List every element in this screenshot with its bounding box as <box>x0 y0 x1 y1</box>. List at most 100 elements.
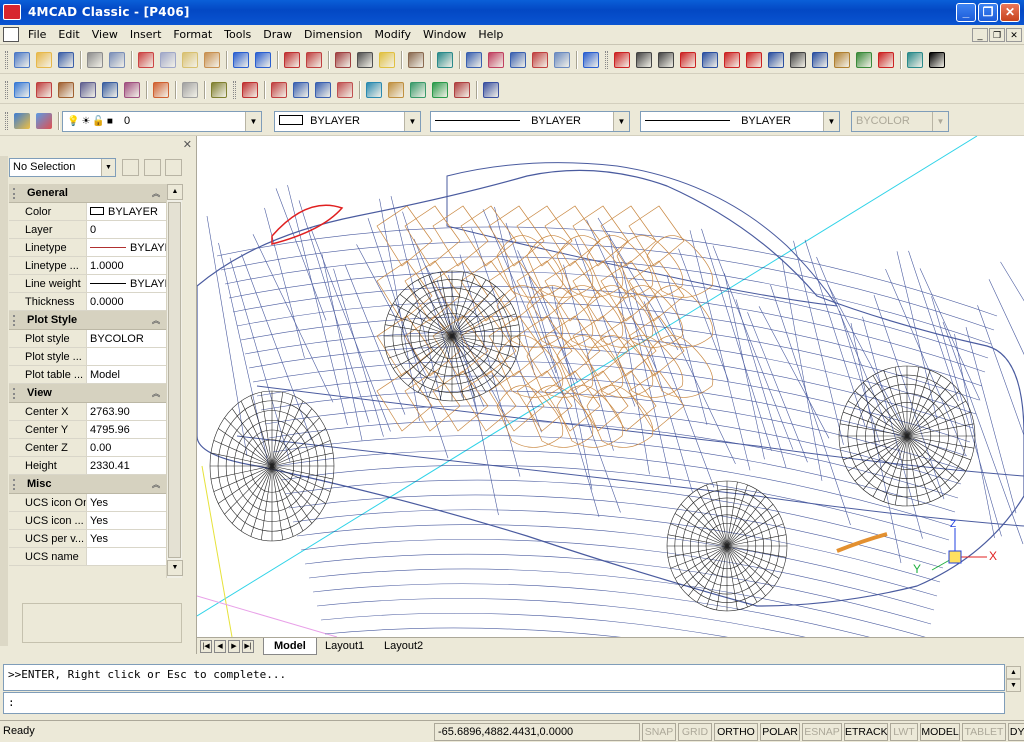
palette-title-strip[interactable] <box>0 156 8 646</box>
scroll-up-icon[interactable]: ▲ <box>1006 666 1021 679</box>
toolbar-grip[interactable] <box>5 51 8 69</box>
layer-combo[interactable]: 💡☀🔓■ 0 ▼ <box>62 111 262 132</box>
xline-icon[interactable] <box>658 52 674 68</box>
shade-icon[interactable] <box>271 82 287 98</box>
minimize-button[interactable]: _ <box>956 3 976 22</box>
menu-format[interactable]: Format <box>167 25 218 45</box>
select-objects-button[interactable] <box>144 159 161 176</box>
property-row[interactable]: Center Z 0.00 <box>9 439 166 457</box>
color-combo[interactable]: BYLAYER ▼ <box>274 111 421 132</box>
property-row[interactable]: Linetype BYLAYER <box>9 239 166 257</box>
menu-view[interactable]: View <box>86 25 124 45</box>
property-value[interactable]: 2330.41 <box>87 457 166 474</box>
menu-dimension[interactable]: Dimension <box>298 25 368 45</box>
menu-modify[interactable]: Modify <box>369 25 417 45</box>
layer-filter-icon[interactable] <box>36 82 52 98</box>
doc-icon[interactable] <box>483 82 499 98</box>
status-toggle-ortho[interactable]: ORTHO <box>714 723 758 741</box>
rectangle-icon[interactable] <box>724 52 740 68</box>
ruler-icon[interactable] <box>379 52 395 68</box>
property-row[interactable]: Plot table ... Model <box>9 366 166 384</box>
scroll-down-icon[interactable]: ▼ <box>167 560 183 576</box>
lineweight-combo[interactable]: BYLAYER ▼ <box>640 111 840 132</box>
property-row[interactable]: Color BYLAYER <box>9 203 166 221</box>
hatch-icon[interactable] <box>907 52 923 68</box>
palette-close-icon[interactable]: ✕ <box>183 138 192 151</box>
undo-icon[interactable] <box>233 52 249 68</box>
category-general[interactable]: General ︽ <box>9 184 166 203</box>
zoom-realtime-icon[interactable] <box>488 52 504 68</box>
tab-layout1[interactable]: Layout1 <box>315 638 374 655</box>
property-value[interactable]: Yes <box>87 530 166 547</box>
doc-close-button[interactable]: ✕ <box>1006 28 1022 42</box>
insert-block-icon[interactable] <box>834 52 850 68</box>
pan-icon[interactable] <box>466 52 482 68</box>
make-block-icon[interactable] <box>856 52 872 68</box>
status-toggle-polar[interactable]: POLAR <box>760 723 800 741</box>
close-button[interactable]: ✕ <box>1000 3 1020 22</box>
purge-icon[interactable] <box>306 52 322 68</box>
scroll-down-icon[interactable]: ▼ <box>1006 679 1021 692</box>
check-icon[interactable] <box>284 52 300 68</box>
property-value[interactable]: 0.00 <box>87 439 166 456</box>
property-value[interactable]: 4795.96 <box>87 421 166 438</box>
property-value[interactable]: 0.0000 <box>87 293 166 310</box>
property-value[interactable]: 0 <box>87 221 166 238</box>
category-view[interactable]: View ︽ <box>9 384 166 403</box>
ucs-icon[interactable] <box>366 82 382 98</box>
maximize-button[interactable]: ❐ <box>978 3 998 22</box>
property-row[interactable]: Layer 0 <box>9 221 166 239</box>
chevron-down-icon[interactable]: ▼ <box>613 112 629 131</box>
line-draw-icon[interactable] <box>614 52 630 68</box>
spline-icon[interactable] <box>790 52 806 68</box>
polyline-icon[interactable] <box>680 52 696 68</box>
property-row[interactable]: Height 2330.41 <box>9 457 166 475</box>
match-properties-icon[interactable] <box>204 52 220 68</box>
properties-icon[interactable] <box>182 82 198 98</box>
layer-walk-icon[interactable] <box>58 82 74 98</box>
ray-icon[interactable] <box>636 52 652 68</box>
status-toggle-dyn[interactable]: DYN <box>1008 723 1024 741</box>
drawing-canvas[interactable]: X Y Z <box>197 136 1024 637</box>
layer-previous-icon[interactable] <box>36 113 52 129</box>
cut-icon[interactable] <box>138 52 154 68</box>
property-row[interactable]: UCS per v... Yes <box>9 530 166 548</box>
refresh-icon[interactable] <box>437 52 453 68</box>
brush-icon[interactable] <box>408 52 424 68</box>
collapse-chevron-icon[interactable]: ︽ <box>152 475 160 494</box>
angle-icon[interactable] <box>357 52 373 68</box>
chevron-down-icon[interactable]: ▼ <box>823 112 839 131</box>
layer-prev-icon[interactable] <box>153 82 169 98</box>
toggle-pickadd-button[interactable] <box>122 159 139 176</box>
property-value[interactable]: BYCOLOR <box>87 330 166 347</box>
property-row[interactable]: Linetype ... 1.0000 <box>9 257 166 275</box>
zoom-in-icon[interactable] <box>532 52 548 68</box>
prev-tab-icon[interactable]: ◀ <box>214 640 226 653</box>
property-row[interactable]: UCS name <box>9 548 166 566</box>
menu-tools[interactable]: Tools <box>218 25 257 45</box>
light-icon[interactable] <box>388 82 404 98</box>
status-toggle-snap[interactable]: SNAP <box>642 723 676 741</box>
next-tab-icon[interactable]: ▶ <box>228 640 240 653</box>
bg-icon[interactable] <box>454 82 470 98</box>
camera-icon[interactable] <box>337 82 353 98</box>
doc-restore-button[interactable]: ❐ <box>989 28 1005 42</box>
print-icon[interactable] <box>87 52 103 68</box>
layer-match-icon[interactable] <box>102 82 118 98</box>
menu-file[interactable]: File <box>22 25 52 45</box>
paste-icon[interactable] <box>182 52 198 68</box>
copy-icon[interactable] <box>160 52 176 68</box>
ellipse-icon[interactable] <box>812 52 828 68</box>
new-icon[interactable] <box>14 52 30 68</box>
property-value[interactable]: Yes <box>87 512 166 529</box>
property-row[interactable]: Center Y 4795.96 <box>9 421 166 439</box>
property-row[interactable]: Plot style BYCOLOR <box>9 330 166 348</box>
property-value[interactable]: 2763.90 <box>87 403 166 420</box>
orbit-icon[interactable] <box>315 82 331 98</box>
tab-layout2[interactable]: Layout2 <box>374 638 433 655</box>
redo-icon[interactable] <box>255 52 271 68</box>
property-value[interactable]: Yes <box>87 494 166 511</box>
layer-state-icon[interactable] <box>14 82 30 98</box>
toolbar-grip[interactable] <box>233 81 236 99</box>
quick-select-button[interactable] <box>165 159 182 176</box>
